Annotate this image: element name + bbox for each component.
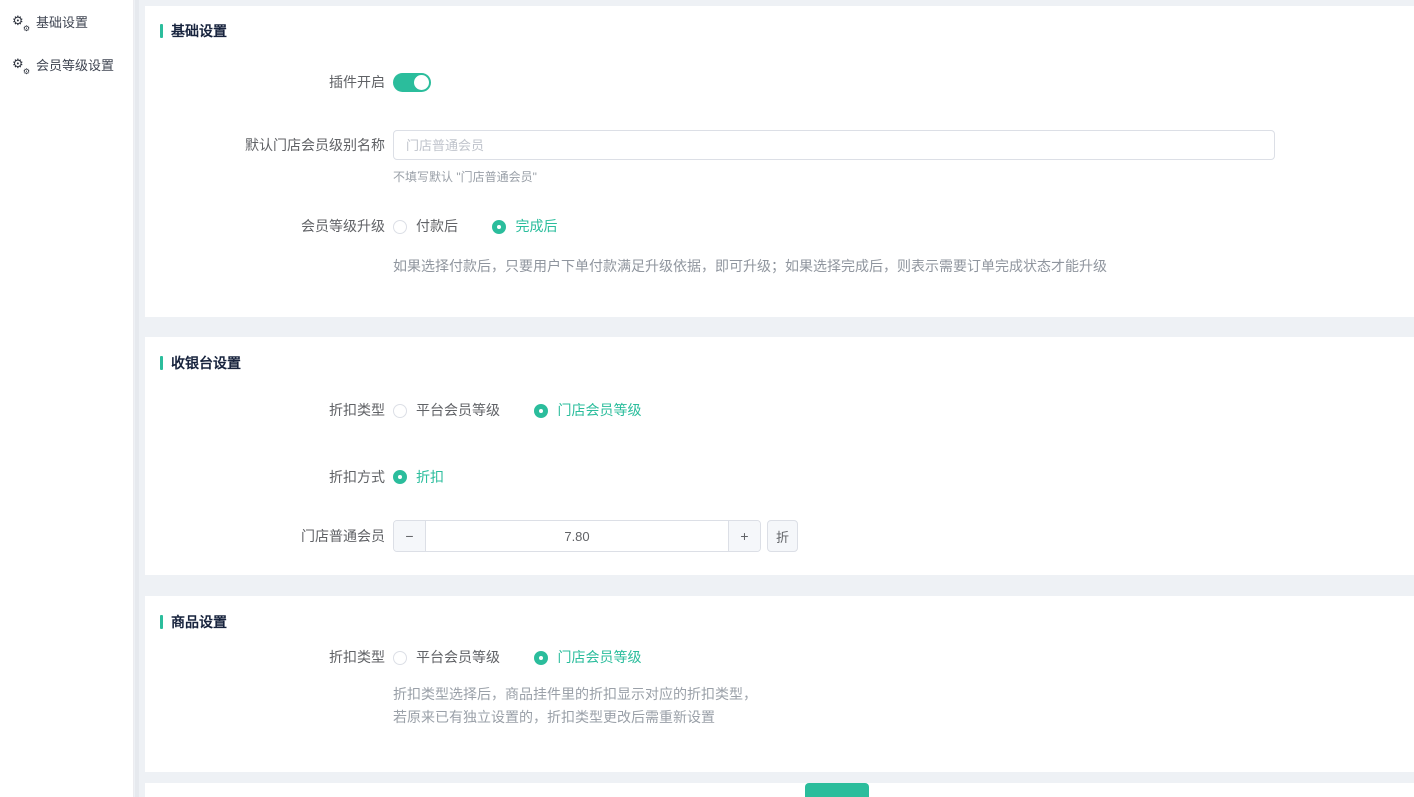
increase-button[interactable]: + xyxy=(728,521,760,551)
gear-icon: ⚙ xyxy=(23,68,30,76)
member-upgrade-help-row: 如果选择付款后，只要用户下单付款满足升级依据，即可升级；如果选择完成后，则表示需… xyxy=(145,257,1414,275)
discount-mode-label: 折扣方式 xyxy=(145,468,385,487)
radio-platform-member-level[interactable]: 平台会员等级 xyxy=(393,401,500,420)
cogs-icon: ⚙ ⚙ xyxy=(12,57,29,73)
default-level-name-label: 默认门店会员级别名称 xyxy=(145,130,385,160)
section-title-text: 收银台设置 xyxy=(171,353,241,373)
footer-bar xyxy=(145,783,1414,797)
radio-circle-icon xyxy=(393,220,407,234)
sidebar-item-basic-settings[interactable]: ⚙ ⚙ 基础设置 xyxy=(0,0,133,43)
discount-unit-box: 折 xyxy=(767,520,798,552)
radio-circle-icon xyxy=(393,651,407,665)
member-upgrade-help: 如果选择付款后，只要用户下单付款满足升级依据，即可升级；如果选择完成后，则表示需… xyxy=(393,257,1107,275)
section-title-cashier: 收银台设置 xyxy=(145,337,1414,373)
discount-type-label: 折扣类型 xyxy=(145,401,385,420)
member-upgrade-row: 会员等级升级 付款后 完成后 xyxy=(145,217,1414,239)
plugin-enable-label: 插件开启 xyxy=(145,73,385,92)
save-button[interactable] xyxy=(805,783,869,797)
radio-circle-icon xyxy=(492,220,506,234)
title-accent-bar xyxy=(160,356,163,370)
radio-label: 付款后 xyxy=(416,217,458,236)
radio-after-completion[interactable]: 完成后 xyxy=(492,217,557,236)
radio-after-payment[interactable]: 付款后 xyxy=(393,217,458,236)
radio-label: 平台会员等级 xyxy=(416,648,500,667)
plugin-enable-toggle[interactable] xyxy=(393,73,431,92)
radio-store-member-level[interactable]: 门店会员等级 xyxy=(534,648,641,667)
radio-circle-icon xyxy=(393,404,407,418)
radio-store-member-level[interactable]: 门店会员等级 xyxy=(534,401,641,420)
radio-circle-icon xyxy=(534,404,548,418)
product-discount-help-row: 折扣类型选择后，商品挂件里的折扣显示对应的折扣类型， 若原来已有独立设置的，折扣… xyxy=(145,683,1414,729)
section-title-text: 商品设置 xyxy=(171,612,227,632)
sidebar-item-label: 基础设置 xyxy=(36,12,88,31)
help-line: 折扣类型选择后，商品挂件里的折扣显示对应的折扣类型， xyxy=(393,683,757,706)
product-settings-card: 商品设置 折扣类型 平台会员等级 门店会员等级 折扣类型选择后，商品挂件里的折扣… xyxy=(145,596,1414,772)
basic-settings-card: 基础设置 插件开启 默认门店会员级别名称 不填写默认 "门店普通会员" 会员等级… xyxy=(145,6,1414,317)
product-discount-help: 折扣类型选择后，商品挂件里的折扣显示对应的折扣类型， 若原来已有独立设置的，折扣… xyxy=(393,683,757,729)
radio-label: 折扣 xyxy=(416,468,444,487)
gear-icon: ⚙ xyxy=(23,25,30,33)
title-accent-bar xyxy=(160,24,163,38)
sidebar: ⚙ ⚙ 基础设置 ⚙ ⚙ 会员等级设置 xyxy=(0,0,134,797)
plugin-enable-row: 插件开启 xyxy=(145,73,1414,97)
title-accent-bar xyxy=(160,615,163,629)
decrease-button[interactable]: − xyxy=(394,521,426,551)
default-level-name-help: 不填写默认 "门店普通会员" xyxy=(393,168,1275,185)
section-title-basic: 基础设置 xyxy=(145,6,1414,41)
radio-label: 平台会员等级 xyxy=(416,401,500,420)
member-upgrade-label: 会员等级升级 xyxy=(145,217,385,236)
cashier-settings-card: 收银台设置 折扣类型 平台会员等级 门店会员等级 折扣方式 折扣 xyxy=(145,337,1414,575)
store-member-discount-row: 门店普通会员 − + 折 xyxy=(145,520,1414,552)
store-member-discount-label: 门店普通会员 xyxy=(145,520,385,552)
radio-label: 完成后 xyxy=(515,217,557,236)
cashier-discount-type-row: 折扣类型 平台会员等级 门店会员等级 xyxy=(145,401,1414,423)
discount-number-stepper: − + xyxy=(393,520,761,552)
radio-platform-member-level[interactable]: 平台会员等级 xyxy=(393,648,500,667)
product-discount-type-row: 折扣类型 平台会员等级 门店会员等级 xyxy=(145,648,1414,670)
discount-type-label: 折扣类型 xyxy=(145,648,385,667)
default-level-name-row: 默认门店会员级别名称 不填写默认 "门店普通会员" xyxy=(145,130,1414,185)
sidebar-item-label: 会员等级设置 xyxy=(36,55,114,74)
section-title-text: 基础设置 xyxy=(171,21,227,41)
sidebar-item-member-level-settings[interactable]: ⚙ ⚙ 会员等级设置 xyxy=(0,43,133,86)
toggle-knob xyxy=(414,75,429,90)
scrollbar-track[interactable] xyxy=(135,0,139,797)
radio-circle-icon xyxy=(393,470,407,484)
radio-discount[interactable]: 折扣 xyxy=(393,468,444,487)
discount-value-input[interactable] xyxy=(426,521,728,551)
discount-mode-row: 折扣方式 折扣 xyxy=(145,468,1414,490)
cogs-icon: ⚙ ⚙ xyxy=(12,14,29,30)
radio-circle-icon xyxy=(534,651,548,665)
section-title-product: 商品设置 xyxy=(145,596,1414,632)
radio-label: 门店会员等级 xyxy=(557,648,641,667)
help-line: 若原来已有独立设置的，折扣类型更改后需重新设置 xyxy=(393,706,757,729)
radio-label: 门店会员等级 xyxy=(557,401,641,420)
main-content: 基础设置 插件开启 默认门店会员级别名称 不填写默认 "门店普通会员" 会员等级… xyxy=(145,0,1414,797)
default-level-name-input[interactable] xyxy=(393,130,1275,160)
